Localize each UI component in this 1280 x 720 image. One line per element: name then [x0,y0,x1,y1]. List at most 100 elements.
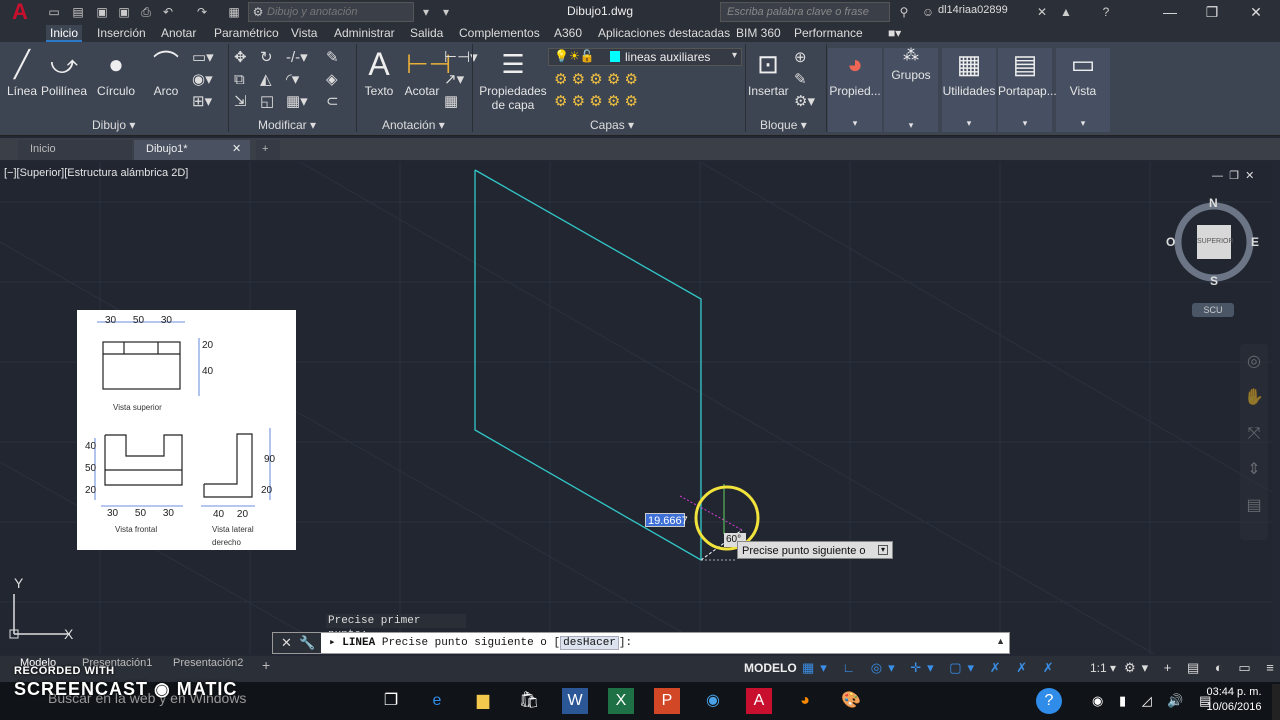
move-icon[interactable]: ✥ [234,50,247,66]
workspace-dropdown-icon[interactable]: ▾ [418,4,434,20]
navigation-bar[interactable]: ◎ ✋ ⤧ ⇕ ▤ [1240,344,1268,540]
tab-parametrico[interactable]: Paramétrico [210,25,283,42]
close-command-icon[interactable]: ✕ [281,635,292,650]
add-layout-icon[interactable]: + [262,657,270,673]
panel-block-label[interactable]: Bloque ▾ [760,118,807,132]
a360-icon[interactable]: ▲ [1058,4,1074,20]
tab-performance[interactable]: Performance [790,25,867,42]
edge-icon[interactable]: e [424,688,450,714]
save-icon[interactable]: ▣ [94,4,110,20]
hatch-icon[interactable]: ◉▾ [192,72,213,88]
scale-icon[interactable]: ◱ [260,94,274,110]
powerpoint-icon[interactable]: P [654,688,680,714]
tab-inicio[interactable]: Inicio [46,25,83,42]
fillet-icon[interactable]: ◜▾ [286,72,299,88]
file-explorer-icon[interactable]: ▆ [470,688,496,714]
arc-button[interactable]: ⌒ Arco [148,48,184,98]
tab-bim360[interactable]: BIM 360 [732,25,785,42]
insert-button[interactable]: ⊡ Insertar [748,48,789,98]
offset-icon[interactable]: ⊂ [326,94,339,110]
status-toggles[interactable]: ▦▾ ∟ ◎▾ ✛▾ ▢▾ ✗ ✗ ✗ [802,660,1060,676]
layer-properties-button[interactable]: ☰ Propiedades de capa [478,48,548,112]
word-icon[interactable]: W [562,688,588,714]
task-view-icon[interactable]: ❐ [378,688,404,714]
screencast-app-icon[interactable]: ◉ [700,688,726,714]
tab-a360[interactable]: A360 [550,25,586,42]
close-button[interactable]: ✕ [1236,2,1276,22]
plot-icon[interactable]: ▦ [226,4,242,20]
tab-insercion[interactable]: Inserción [93,25,150,42]
view-button[interactable]: ▭ Vista ▾ [1056,48,1110,132]
line-button[interactable]: ╱ Línea [4,48,40,98]
compass-east[interactable]: E [1251,235,1259,249]
user-name[interactable]: dl14riaa02899 [938,4,1008,16]
mirror-icon[interactable]: ◭ [260,72,272,88]
dynamic-input-length[interactable]: 19.6667 [645,513,688,527]
help-tray-icon[interactable]: ? [1036,688,1062,714]
rotate-icon[interactable]: ↻ [260,50,273,66]
table-icon[interactable]: ▦ [444,94,458,110]
taskbar-clock[interactable]: 03:44 p. m. 10/06/2016 [1196,685,1272,715]
undo-icon[interactable]: ↶ [160,4,176,20]
command-prompt[interactable]: ▸ LINEA Precise punto siguiente o [desHa… [329,633,632,653]
model-space-toggle[interactable]: MODELO [744,661,797,675]
tab-complementos[interactable]: Complementos [455,25,544,42]
circle-button[interactable]: ● Círculo [94,48,138,98]
layer-dropdown-icon[interactable]: ▾ [732,50,737,61]
panel-layers-label[interactable]: Capas ▾ [590,118,634,132]
nav-tools-icons[interactable]: ◎ ✋ ⤧ ⇕ ▤ [1240,344,1268,524]
trim-icon[interactable]: -/-▾ [286,50,308,66]
paint-icon[interactable]: 🎨 [838,688,864,714]
status-tray-icons[interactable]: ⚙▾ + ▤ ◐ ▭ ≡ [1124,660,1280,676]
properties-button[interactable]: ◕ Propied... ▾ [828,48,882,132]
file-tab-start[interactable]: Inicio [18,140,132,160]
keyword-search-input[interactable]: Escriba palabra clave o frase [720,2,890,22]
option-undo[interactable]: desHacer [560,636,619,650]
compass-north[interactable]: N [1209,196,1218,210]
show-desktop-button[interactable] [1272,684,1280,720]
viewport-controls[interactable]: — ❐ ✕ [1212,169,1254,182]
minimize-button[interactable]: — [1150,2,1190,22]
print-icon[interactable]: ⎙ [138,4,154,20]
tab-aplicaciones[interactable]: Aplicaciones destacadas [594,25,734,42]
binoculars-icon[interactable]: ⚲ [896,4,912,20]
store-icon[interactable]: 🛍 [516,688,542,714]
autocad-taskbar-icon[interactable]: A [746,688,772,714]
firefox-icon[interactable]: ◕ [792,688,818,714]
leader-icon[interactable]: ↗▾ [444,72,464,88]
cad-polyline[interactable] [474,169,702,562]
user-icon[interactable]: ☺ [920,4,936,20]
rectangle-icon[interactable]: ▭▾ [192,50,214,66]
panel-annotation-label[interactable]: Anotación ▾ [382,118,445,132]
tab-anotar[interactable]: Anotar [157,25,200,42]
clipboard-button[interactable]: ▤ Portapap... ▾ [998,48,1057,132]
new-tab-button[interactable]: + [256,140,280,160]
groups-button[interactable]: ⁂ Grupos ▾ [884,48,938,132]
create-block-icon[interactable]: ⊕ [794,50,807,66]
viewcube[interactable]: SUPERIOR N S E O [1166,196,1259,288]
file-tab-drawing[interactable]: Dibujo1* ✕ [134,140,250,160]
save-as-icon[interactable]: ▣ [116,4,132,20]
workspace-selector[interactable]: Dibujo y anotación [248,2,414,22]
redo-icon[interactable]: ↷ [194,4,210,20]
layer-tools-row1-icon[interactable]: ⚙ ⚙ ⚙ ⚙ ⚙ [554,72,638,88]
erase-icon[interactable]: ✎ [326,50,339,66]
compass-west[interactable]: O [1166,235,1175,249]
annotation-scale[interactable]: 1:1 ▾ [1090,661,1116,675]
options-arrow-icon[interactable]: ▾ [878,545,888,555]
close-tab-icon[interactable]: ✕ [232,140,241,158]
copy-icon[interactable]: ⧉ [234,72,245,88]
tab-vista[interactable]: Vista [287,25,321,42]
tab-administrar[interactable]: Administrar [330,25,399,42]
command-line-tools[interactable]: ✕ 🔧 [273,633,321,653]
video-icon[interactable]: ■▾ [884,25,905,42]
text-button[interactable]: A Texto [362,48,396,98]
explode-icon[interactable]: ◈ [326,72,338,88]
array-icon[interactable]: ▦▾ [286,94,308,110]
compass-south[interactable]: S [1210,274,1218,288]
region-icon[interactable]: ⊞▾ [192,94,212,110]
customize-wrench-icon[interactable]: 🔧 [299,635,315,650]
block-attr-icon[interactable]: ⚙▾ [794,94,815,110]
open-file-icon[interactable]: ▤ [70,4,86,20]
edit-block-icon[interactable]: ✎ [794,72,807,88]
